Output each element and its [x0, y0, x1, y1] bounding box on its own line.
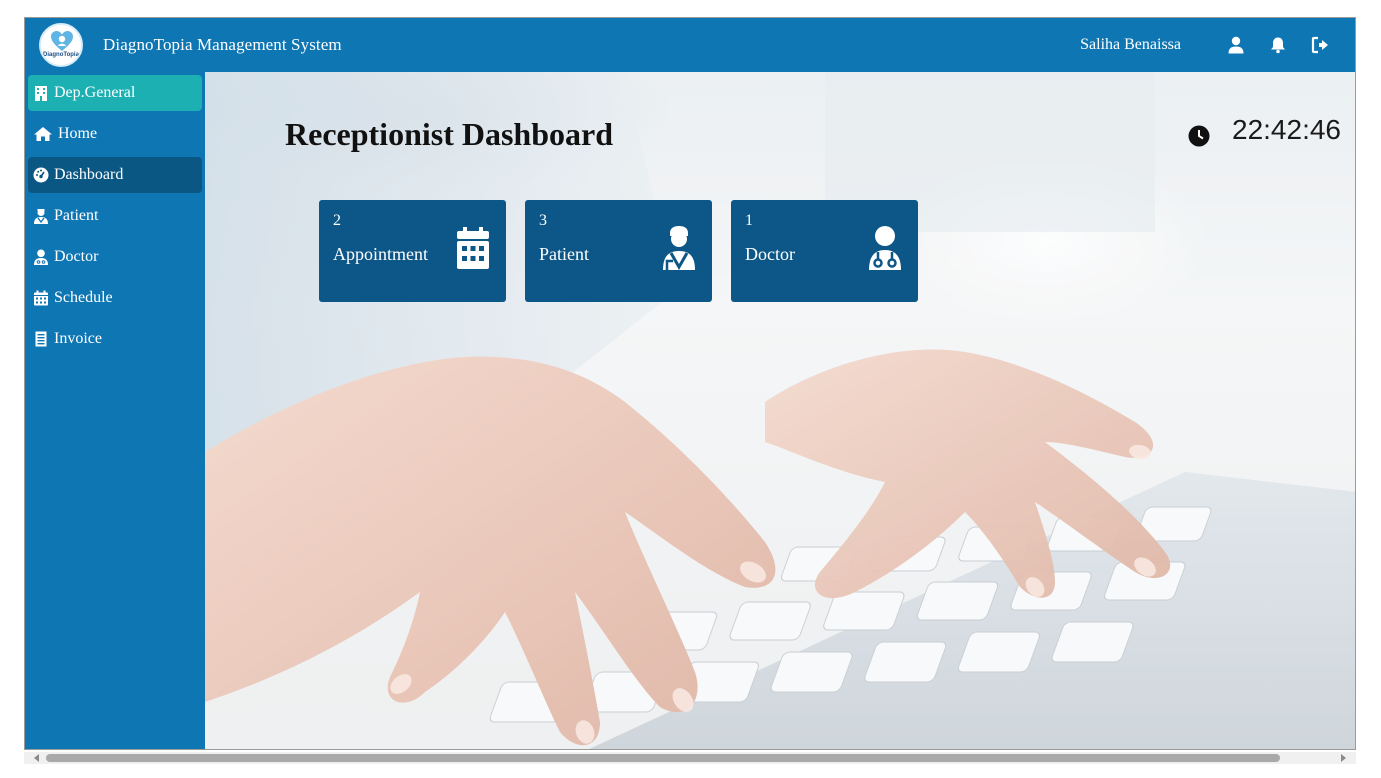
user-name[interactable]: Saliha Benaissa — [1080, 36, 1181, 54]
app-window: DiagnoTopia DiagnoTopia Management Syste… — [24, 17, 1356, 750]
keyboard-hands-background-image — [205, 72, 1355, 749]
user-icon[interactable] — [1227, 36, 1245, 54]
sidebar-item-patient[interactable]: Patient — [28, 198, 202, 234]
dashboard-icon — [33, 167, 49, 183]
clock-time: 22:42:46 — [1232, 114, 1341, 145]
clock-icon — [1188, 122, 1210, 147]
appointment-label: Appointment — [333, 244, 428, 264]
logout-icon[interactable] — [1311, 36, 1329, 54]
patient-card[interactable]: 3 Patient — [525, 200, 712, 302]
calendar-icon — [456, 225, 490, 271]
app-logo[interactable]: DiagnoTopia — [39, 23, 83, 67]
sidebar-item-label: Schedule — [54, 289, 113, 306]
appointment-count: 2 — [333, 212, 341, 229]
horizontal-scrollbar[interactable] — [24, 752, 1356, 764]
doctor-count: 1 — [745, 212, 753, 229]
patient-count: 3 — [539, 212, 547, 229]
sidebar-item-label: Invoice — [54, 330, 102, 347]
scroll-left-arrow-icon[interactable] — [34, 754, 39, 762]
app-title: DiagnoTopia Management System — [103, 35, 342, 54]
sidebar-item-label: Dashboard — [54, 166, 124, 183]
bell-icon[interactable] — [1269, 36, 1287, 54]
patient-icon — [33, 208, 49, 224]
page-title: Receptionist Dashboard — [285, 116, 614, 152]
doctor-icon — [868, 225, 902, 271]
sidebar-item-label: Patient — [54, 207, 99, 224]
patient-icon — [662, 225, 696, 271]
appointment-card[interactable]: 2 Appointment — [319, 200, 506, 302]
calendar-icon — [33, 290, 49, 306]
sidebar-item-dashboard[interactable]: Dashboard — [28, 157, 202, 193]
sidebar-item-home[interactable]: Home — [28, 116, 202, 152]
logo-text: DiagnoTopia — [43, 52, 79, 58]
stat-cards: 2 Appointment 3 Patient 1 Doctor — [319, 200, 937, 302]
sidebar-item-doctor[interactable]: Doctor — [28, 239, 202, 275]
sidebar-item-label: Doctor — [54, 248, 99, 265]
doctor-card[interactable]: 1 Doctor — [731, 200, 918, 302]
sidebar-item-invoice[interactable]: Invoice — [28, 321, 202, 357]
sidebar: Dep.General Home Dashboard Patient Docto… — [25, 72, 205, 749]
scrollbar-thumb[interactable] — [46, 754, 1280, 762]
sidebar-item-label: Dep.General — [54, 84, 136, 101]
home-icon — [33, 126, 53, 142]
patient-label: Patient — [539, 244, 589, 264]
sidebar-item-label: Home — [58, 125, 98, 142]
sidebar-item-dep-general[interactable]: Dep.General — [28, 75, 202, 111]
doctor-label: Doctor — [745, 244, 795, 264]
invoice-icon — [33, 331, 49, 347]
sidebar-item-schedule[interactable]: Schedule — [28, 280, 202, 316]
header-actions: Saliha Benaissa — [1080, 36, 1329, 54]
top-header: DiagnoTopia DiagnoTopia Management Syste… — [25, 18, 1355, 72]
scroll-right-arrow-icon[interactable] — [1341, 754, 1346, 762]
clock: 22:42:46 — [1188, 114, 1341, 147]
main-content: Receptionist Dashboard 22:42:46 2 Appoin… — [205, 72, 1355, 749]
building-icon — [33, 85, 49, 101]
doctor-icon — [33, 249, 49, 265]
heart-logo-icon — [51, 31, 73, 51]
